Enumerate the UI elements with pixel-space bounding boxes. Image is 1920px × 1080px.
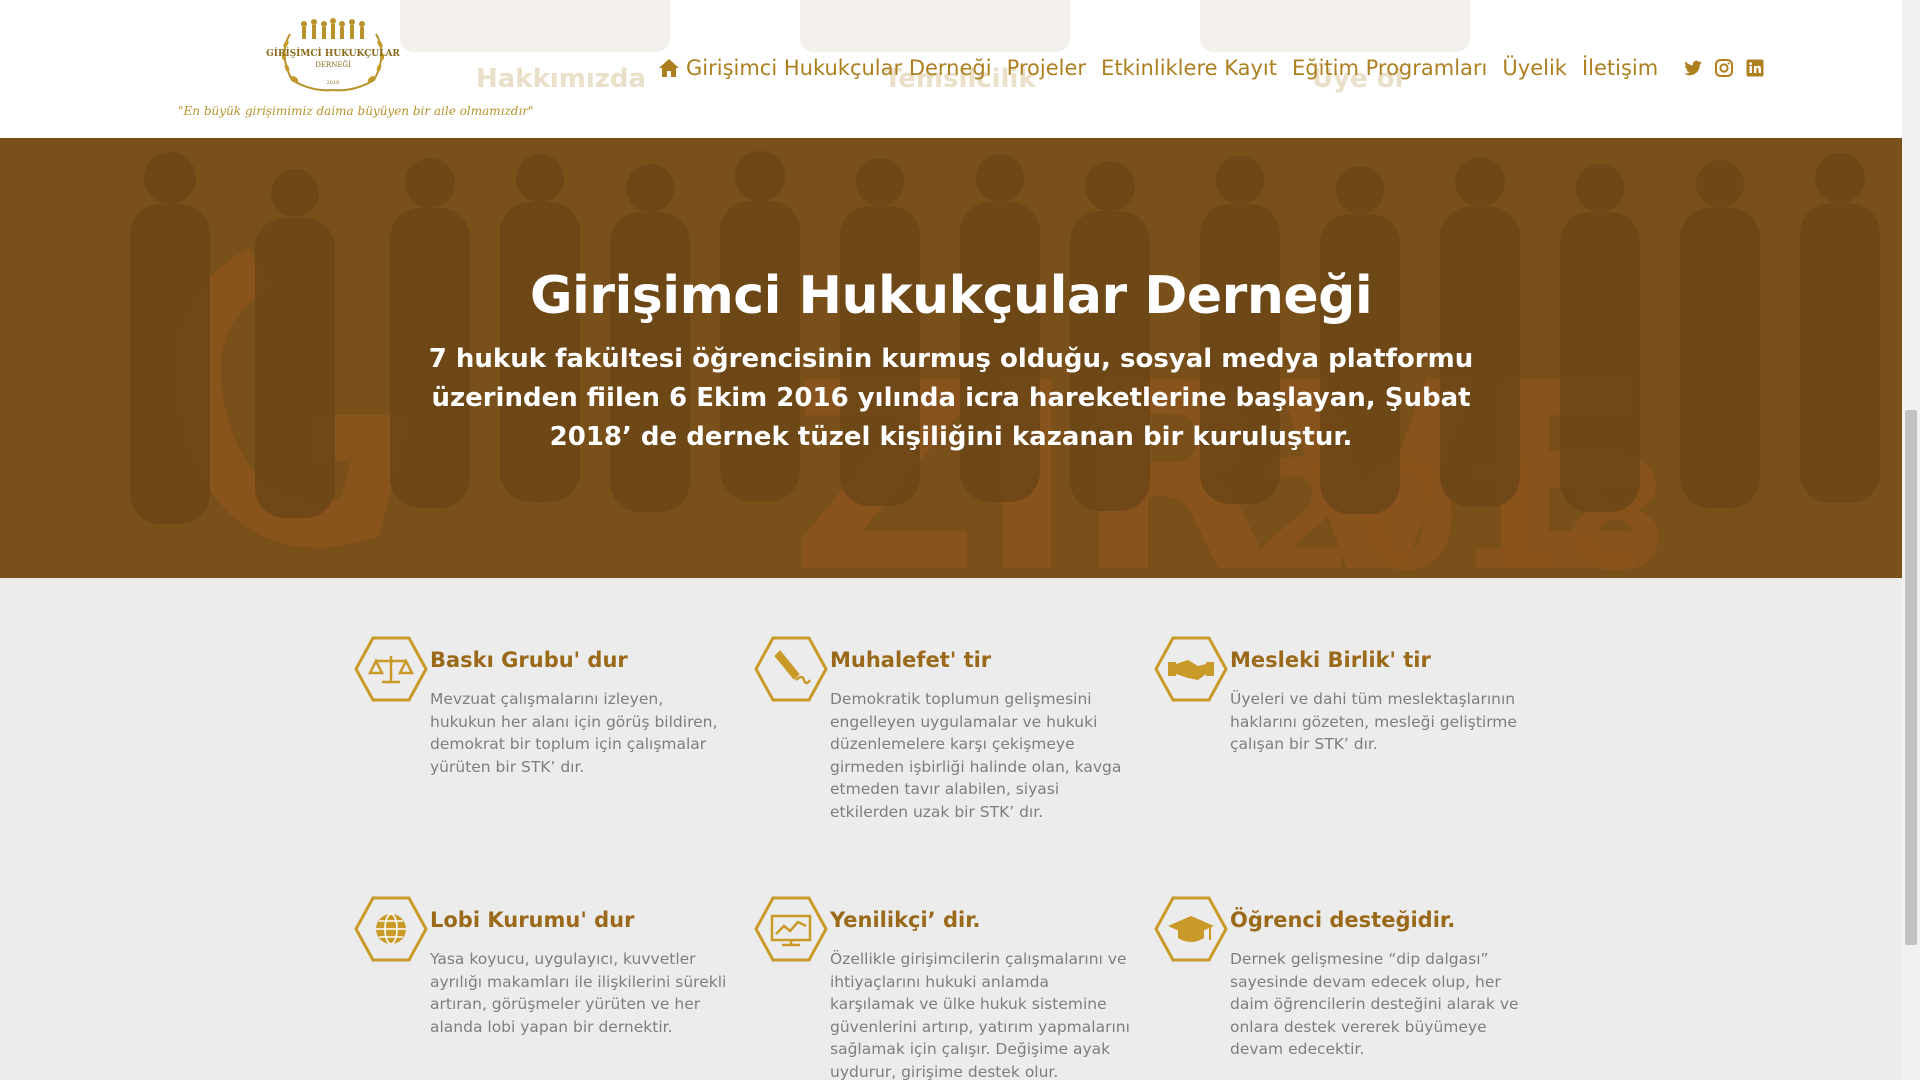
hero-banner: ZIRVE 2018 Girişimci Hukukçular Derneği … — [0, 138, 1902, 578]
hero-title: Girişimci Hukukçular Derneği — [529, 266, 1373, 326]
logo-emblem-icon: GİRİŞİMCİ HUKUKÇULAR DERNEĞİ 2018 — [266, 18, 400, 92]
graduation-cap-icon — [1154, 896, 1228, 962]
feature-title: Muhalefet' tir — [830, 648, 992, 672]
pen-icon — [754, 636, 828, 702]
feature-title: Lobi Kurumu' dur — [430, 908, 635, 932]
feature-text: Mevzuat çalışmalarını izleyen, hukukun h… — [430, 690, 718, 776]
feature-text: Demokratik toplumun gelişmesini engelley… — [830, 690, 1122, 821]
social-links — [1683, 58, 1776, 78]
home-icon — [659, 59, 679, 77]
scrollbar-thumb[interactable] — [1905, 410, 1917, 945]
instagram-icon[interactable] — [1714, 58, 1734, 78]
handshake-icon — [1154, 636, 1228, 702]
tagline: "En büyük girişimimiz daima büyüyen bir … — [178, 104, 534, 118]
feature-text: Yasa koyucu, uygulayıcı, kuvvetler ayrıl… — [430, 950, 727, 1036]
nav-item-etkinliklere-kayit[interactable]: Etkinliklere Kayıt — [1101, 56, 1277, 80]
ghost-card — [800, 0, 1070, 52]
feature-text: Üyeleri ve dahi tüm meslektaşlarının hak… — [1230, 690, 1517, 753]
nav-item-egitim-programlari[interactable]: Eğitim Programları — [1292, 56, 1487, 80]
hero-subtitle: 7 hukuk fakültesi öğrencisinin kurmuş ol… — [428, 344, 1474, 452]
svg-text:2018: 2018 — [327, 80, 340, 86]
main-nav: Girişimci Hukukçular Derneği Projeler Et… — [658, 52, 1776, 84]
feature-text: Dernek gelişmesine “dip dalgası” sayesin… — [1230, 950, 1519, 1058]
nav-item-iletisim[interactable]: İletişim — [1582, 56, 1658, 80]
svg-text:DERNEĞİ: DERNEĞİ — [315, 60, 351, 69]
monitor-chart-icon — [754, 896, 828, 962]
ghost-card — [400, 0, 670, 52]
ghost-card — [1200, 0, 1470, 52]
feature-title: Mesleki Birlik' tir — [1230, 648, 1431, 672]
feature-title: Baskı Grubu' dur — [430, 648, 628, 672]
twitter-icon[interactable] — [1683, 58, 1703, 78]
globe-icon — [354, 896, 428, 962]
page-scrollbar[interactable] — [1902, 0, 1920, 1080]
nav-item-uyelik[interactable]: Üyelik — [1502, 56, 1567, 80]
feature-title: Öğrenci desteğidir. — [1230, 908, 1456, 932]
feature-text: Özellikle girişimcilerin çalışmalarını v… — [830, 950, 1130, 1080]
nav-label: Girişimci Hukukçular Derneği — [686, 56, 992, 80]
nav-item-home[interactable]: Girişimci Hukukçular Derneği — [658, 56, 992, 80]
nav-item-projeler[interactable]: Projeler — [1007, 56, 1086, 80]
feature-title: Yenilikçi’ dir. — [830, 908, 981, 932]
site-header: Hakkımızda Temsilcilik Üye ol GİRİŞİMCİ … — [0, 0, 1902, 138]
ghost-label: Hakkımızda — [476, 64, 647, 94]
linkedin-icon[interactable] — [1745, 58, 1765, 78]
scales-icon — [354, 636, 428, 702]
features-section: Baskı Grubu' dur Mevzuat çalışmalarını i… — [0, 578, 1902, 1080]
logo[interactable]: GİRİŞİMCİ HUKUKÇULAR DERNEĞİ 2018 — [262, 14, 404, 94]
